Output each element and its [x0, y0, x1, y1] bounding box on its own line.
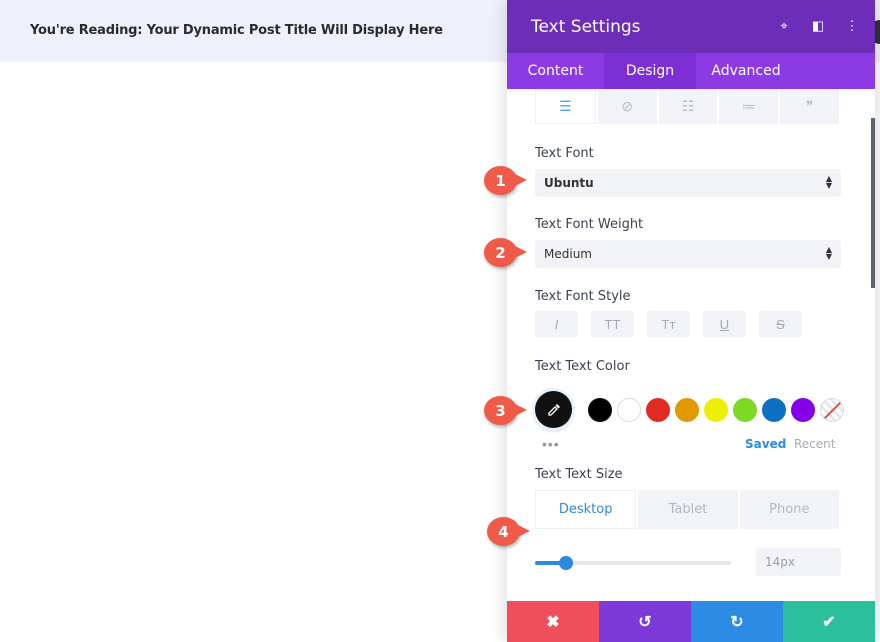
sidebar-layout-icon[interactable]: ◧ [811, 18, 825, 34]
close-icon[interactable]: ✖ [507, 601, 599, 642]
annotation-badge-2: 2 [484, 238, 527, 267]
panel-tabs: Content Design Advanced [507, 53, 875, 89]
text-font-select[interactable]: Ubuntu ▲ ▼ [535, 169, 841, 197]
tab-design[interactable]: Design [604, 53, 696, 89]
tab-desktop[interactable]: Desktop [535, 490, 637, 529]
uppercase-button[interactable]: TT [591, 311, 634, 337]
italic-button[interactable]: I [535, 311, 578, 337]
reading-title: You're Reading: Your Dynamic Post Title … [30, 23, 443, 38]
text-font-weight-select[interactable]: Medium ▲ ▼ [535, 240, 841, 268]
swatch-yellow[interactable] [704, 398, 728, 422]
swatch-black[interactable] [588, 398, 612, 422]
swatch-green[interactable] [733, 398, 757, 422]
swatch-purple[interactable] [791, 398, 815, 422]
ordered-list-icon[interactable]: ≔ [719, 89, 779, 124]
unordered-list-icon[interactable]: ☷ [658, 89, 718, 124]
swatch-transparent[interactable] [820, 398, 844, 422]
text-font-weight-value: Medium [544, 247, 592, 261]
text-color-label: Text Text Color [535, 359, 630, 374]
color-swatches [588, 398, 844, 422]
text-font-label: Text Font [535, 146, 594, 161]
text-size-label: Text Text Size [535, 467, 623, 482]
color-picker-button[interactable] [535, 391, 572, 428]
annotation-badge-3: 3 [484, 396, 527, 425]
select-arrows-icon: ▲ ▼ [825, 245, 832, 261]
select-arrows-icon: ▲ ▼ [825, 174, 832, 190]
tab-tablet[interactable]: Tablet [638, 490, 738, 529]
swatch-red[interactable] [646, 398, 670, 422]
more-colors-button[interactable]: ••• [542, 436, 560, 452]
text-font-value: Ubuntu [544, 176, 594, 190]
tab-advanced[interactable]: Advanced [696, 53, 796, 89]
swatch-orange[interactable] [675, 398, 699, 422]
text-font-style-label: Text Font Style [535, 289, 631, 304]
text-size-input[interactable]: 14px [756, 548, 841, 576]
quote-icon[interactable]: ❞ [780, 89, 839, 124]
panel-header: Text Settings ⌖ ◧ ⋮ [507, 0, 875, 53]
capitalize-button[interactable]: Tт [647, 311, 690, 337]
recent-colors-tab[interactable]: Recent [794, 437, 835, 451]
annotation-badge-1: 1 [484, 166, 527, 195]
tab-content[interactable]: Content [507, 53, 604, 89]
underline-button[interactable]: U [703, 311, 746, 337]
strikethrough-button[interactable]: S [759, 311, 802, 337]
tab-phone[interactable]: Phone [739, 490, 839, 529]
eyedropper-icon [547, 403, 560, 416]
target-icon[interactable]: ⌖ [777, 18, 791, 34]
text-tools-row: ☰ ⊘ ☷ ≔ ❞ [535, 89, 841, 124]
align-left-icon[interactable]: ☰ [535, 89, 596, 124]
redo-icon[interactable]: ↻ [691, 601, 783, 642]
scrollbar[interactable] [871, 118, 875, 288]
slider-thumb[interactable] [559, 556, 574, 570]
text-settings-panel: Text Settings ⌖ ◧ ⋮ Content Design Advan… [507, 0, 875, 642]
check-icon[interactable]: ✔ [783, 601, 875, 642]
saved-colors-tab[interactable]: Saved [745, 437, 786, 451]
panel-title: Text Settings [531, 16, 641, 37]
panel-footer: ✖ ↺ ↻ ✔ [507, 601, 875, 642]
link-off-icon[interactable]: ⊘ [597, 89, 657, 124]
swatch-white[interactable] [617, 398, 641, 422]
more-vertical-icon[interactable]: ⋮ [845, 18, 859, 34]
text-font-weight-label: Text Font Weight [535, 217, 644, 232]
annotation-badge-4: 4 [487, 517, 530, 546]
font-style-buttons: I TT Tт U S [535, 311, 802, 337]
undo-icon[interactable]: ↺ [599, 601, 691, 642]
device-tabs: Desktop Tablet Phone [535, 490, 841, 529]
swatch-blue[interactable] [762, 398, 786, 422]
text-size-slider[interactable] [535, 556, 731, 570]
